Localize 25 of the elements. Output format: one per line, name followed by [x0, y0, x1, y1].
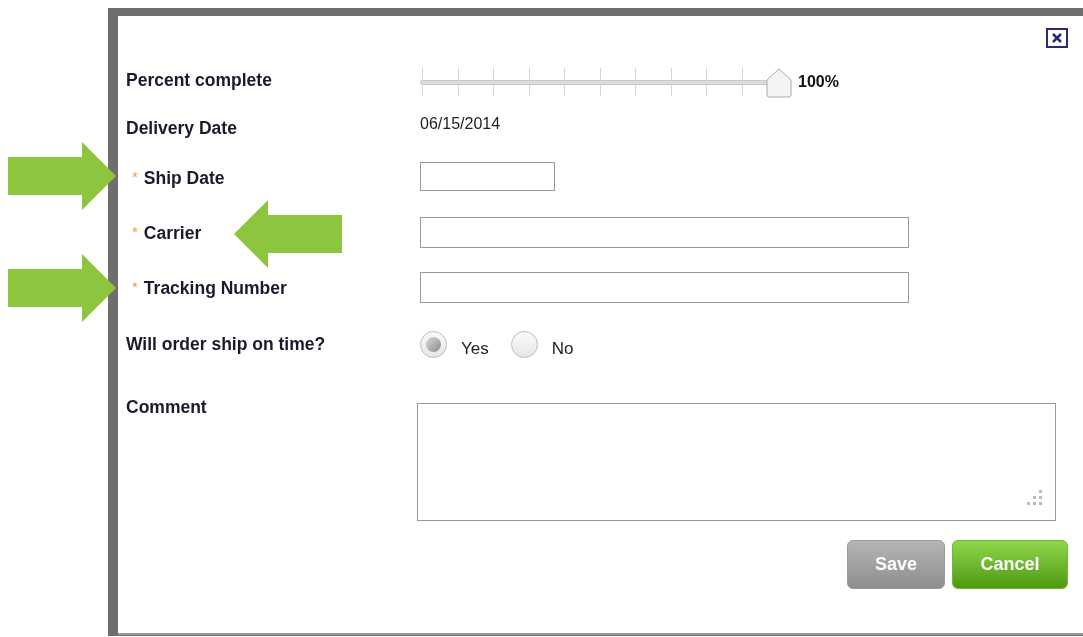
required-asterisk: * — [132, 277, 138, 297]
field-label: Carrier — [143, 222, 202, 245]
radio-button[interactable] — [510, 331, 538, 359]
field-label: Percent complete — [126, 69, 272, 92]
ship-date-input[interactable] — [420, 162, 555, 191]
close-button[interactable] — [1046, 28, 1068, 48]
percent-reading: 100% — [798, 72, 839, 92]
field-label: Ship Date — [143, 167, 225, 190]
slider-thumb[interactable] — [766, 68, 792, 98]
cancel-button[interactable]: Cancel — [952, 540, 1068, 589]
radio-button[interactable] — [420, 331, 447, 359]
delivery-date-value: 06/15/2014 — [420, 114, 501, 134]
comment-textarea[interactable] — [417, 403, 1056, 521]
field-label: Comment — [126, 396, 207, 419]
required-asterisk: * — [132, 222, 138, 242]
text-input[interactable] — [420, 217, 909, 248]
field-label: Delivery Date — [126, 117, 237, 140]
field-label: Tracking Number — [143, 277, 287, 300]
save-button[interactable]: Save — [847, 540, 945, 589]
text-input[interactable] — [420, 272, 909, 303]
close-icon — [1052, 33, 1062, 43]
field-label: Will order ship on time? — [126, 333, 326, 356]
radio-label: No — [551, 338, 574, 360]
radio-label: Yes — [461, 338, 489, 360]
required-asterisk: * — [132, 167, 138, 187]
